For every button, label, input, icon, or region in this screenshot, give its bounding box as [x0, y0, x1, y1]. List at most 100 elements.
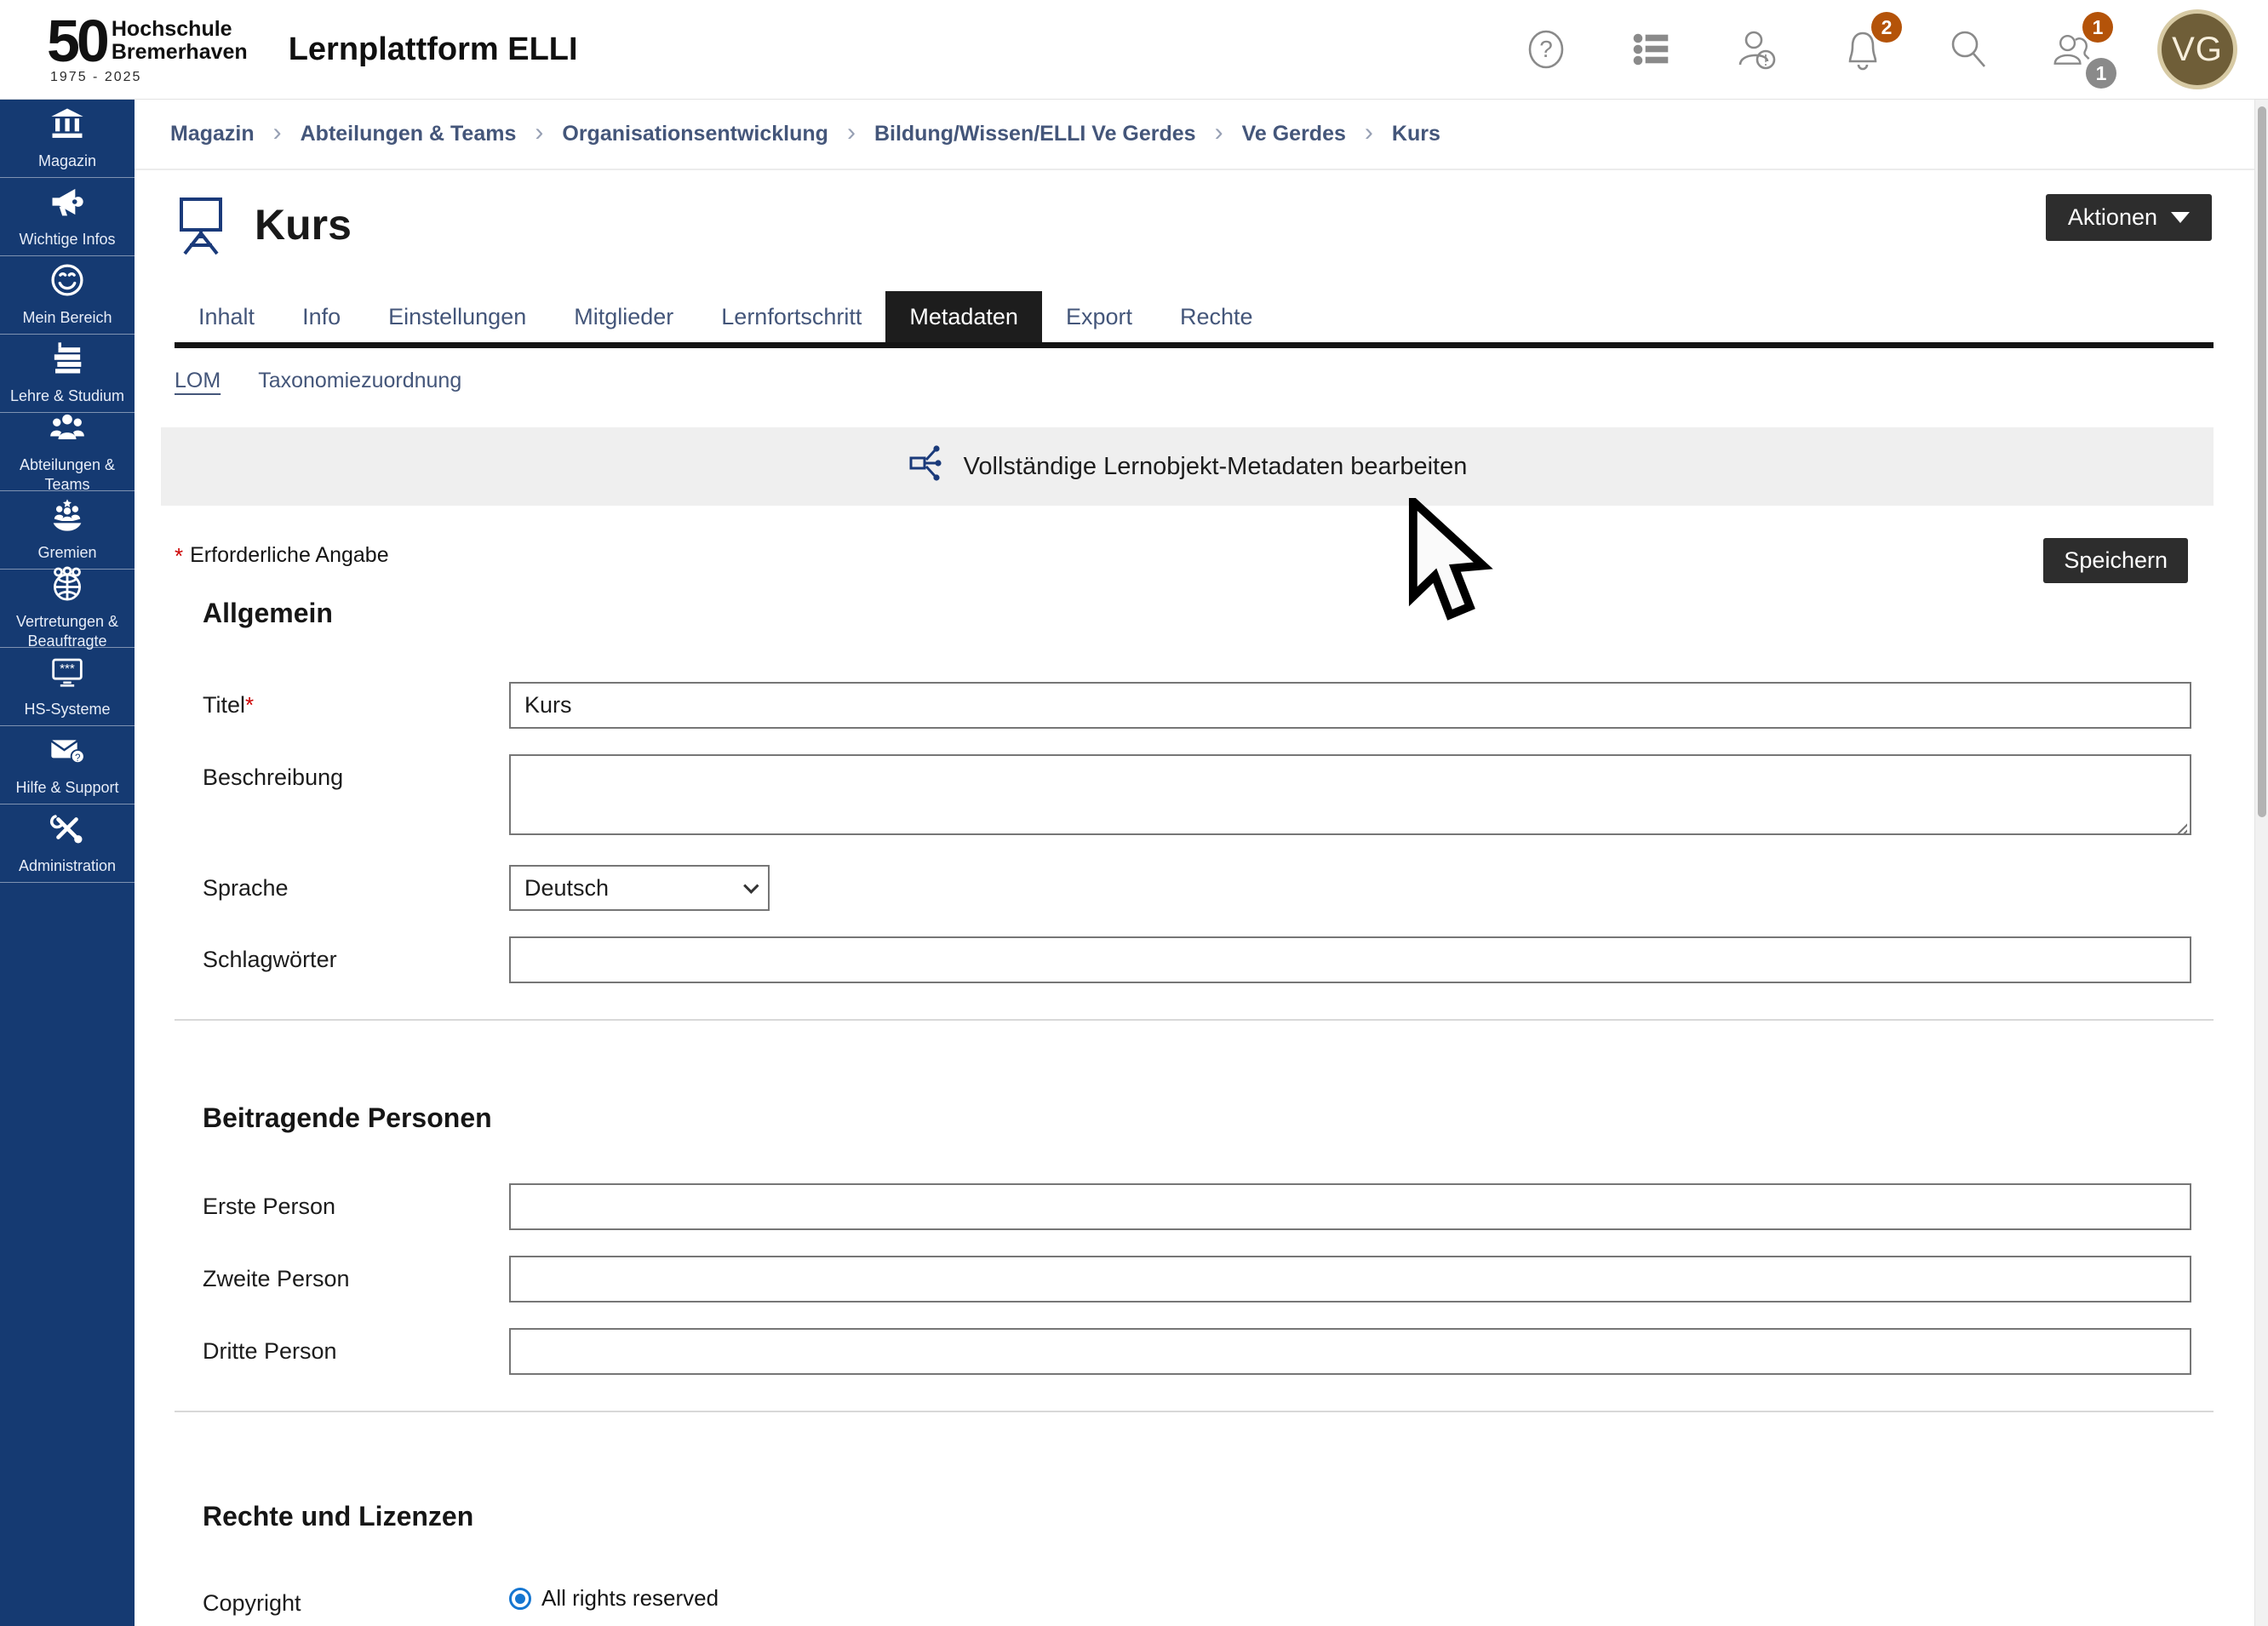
form-row-schlagwoerter: Schlagwörter [135, 936, 2254, 983]
sidebar-item-lehre-studium[interactable]: Lehre & Studium [0, 335, 135, 413]
search-icon[interactable] [1946, 27, 1990, 72]
sidebar-item-gremien[interactable]: Gremien [0, 491, 135, 570]
globe-people-icon [49, 566, 85, 606]
monitor-icon: *** [49, 654, 85, 694]
user-status-icon[interactable]: ! [1735, 27, 1779, 72]
sidebar-item-hilfe-support[interactable]: ? Hilfe & Support [0, 726, 135, 804]
sidebar-item-abteilungen-teams[interactable]: Abteilungen & Teams [0, 413, 135, 491]
breadcrumb-item[interactable]: Magazin [170, 122, 255, 146]
tab-rechte[interactable]: Rechte [1156, 291, 1277, 342]
radio-selected-icon[interactable] [509, 1588, 531, 1610]
actions-button[interactable]: Aktionen [2046, 194, 2212, 241]
form-row-titel: Titel* [135, 682, 2254, 729]
sidebar-item-label: Lehre & Studium [10, 386, 124, 406]
required-note: Erforderliche Angabe [190, 543, 388, 568]
breadcrumb-item[interactable]: Ve Gerdes [1242, 122, 1346, 146]
notifications-bell-icon[interactable]: 2 [1841, 27, 1885, 72]
zweite-person-input[interactable] [509, 1256, 2191, 1303]
breadcrumb-separator-icon: › [1215, 118, 1223, 147]
section-divider [175, 1411, 2214, 1412]
edit-full-metadata-banner[interactable]: Vollständige Lernobjekt-Metadaten bearbe… [161, 427, 2214, 506]
sidebar-item-label: HS-Systeme [24, 700, 110, 719]
titel-required-asterisk: * [245, 692, 254, 718]
copyright-radio-option[interactable]: All rights reserved [509, 1580, 2191, 1612]
actions-button-label: Aktionen [2068, 204, 2157, 231]
chevron-down-icon [743, 878, 759, 893]
header-actions: ? ! 2 1 1 VG [1524, 9, 2237, 89]
subtab-taxonomiezuordnung[interactable]: Taxonomiezuordnung [258, 369, 461, 393]
svg-text:!: ! [1763, 52, 1767, 69]
erste-person-input[interactable] [509, 1183, 2191, 1230]
sidebar-item-magazin[interactable]: Magazin [0, 100, 135, 178]
scrollbar-thumb[interactable] [2258, 106, 2266, 817]
breadcrumb-item[interactable]: Abteilungen & Teams [301, 122, 517, 146]
tab-mitglieder[interactable]: Mitglieder [550, 291, 697, 342]
form-row-dritte-person: Dritte Person [135, 1328, 2254, 1375]
mail-question-icon: ? [49, 732, 85, 772]
vertical-scrollbar[interactable] [2254, 100, 2268, 1626]
schlagwoerter-input[interactable] [509, 936, 2191, 983]
logo-anniversary-years: 1975 - 2025 [47, 70, 248, 85]
people-group-icon [49, 409, 85, 449]
tab-metadaten[interactable]: Metadaten [885, 291, 1042, 342]
tab-lernfortschritt[interactable]: Lernfortschritt [697, 291, 885, 342]
copyright-label: Copyright [203, 1580, 509, 1617]
breadcrumb-item[interactable]: Organisationsentwicklung [562, 122, 828, 146]
logo-anniversary-number: 50 [47, 14, 106, 68]
subtab-lom[interactable]: LOM [175, 369, 220, 393]
sidebar-item-mein-bereich[interactable]: Mein Bereich [0, 256, 135, 335]
breadcrumb-item[interactable]: Kurs [1392, 122, 1440, 146]
section-heading-rechte-lizenzen: Rechte und Lizenzen [203, 1501, 2254, 1532]
tab-inhalt[interactable]: Inhalt [175, 291, 278, 342]
sidebar-item-wichtige-infos[interactable]: Wichtige Infos [0, 178, 135, 256]
form-row-erste-person: Erste Person [135, 1183, 2254, 1230]
logo-name-line1: Hochschule [112, 18, 248, 41]
sprache-select[interactable]: Deutsch [509, 865, 770, 911]
breadcrumb-separator-icon: › [273, 118, 282, 147]
main-sidebar: Magazin Wichtige Infos Mein Bereich Lehr… [0, 100, 135, 1626]
svg-text:***: *** [60, 661, 75, 676]
section-heading-beitragende-personen: Beitragende Personen [203, 1102, 2254, 1134]
sidebar-item-label: Wichtige Infos [19, 230, 115, 249]
chevron-down-icon [2171, 212, 2190, 223]
list-menu-icon[interactable] [1629, 27, 1674, 72]
dritte-person-label: Dritte Person [203, 1328, 509, 1375]
titel-label: Titel* [203, 682, 509, 729]
erste-person-label: Erste Person [203, 1183, 509, 1230]
tab-export[interactable]: Export [1042, 291, 1156, 342]
bank-icon [49, 106, 85, 146]
breadcrumb-item[interactable]: Bildung/Wissen/ELLI Ve Gerdes [874, 122, 1196, 146]
sidebar-item-administration[interactable]: Administration [0, 804, 135, 883]
avatar[interactable]: VG [2157, 9, 2237, 89]
form-row-beschreibung: Beschreibung [135, 754, 2254, 839]
course-easel-icon [175, 194, 227, 255]
sidebar-item-hs-systeme[interactable]: *** HS-Systeme [0, 648, 135, 726]
sidebar-item-label: Mein Bereich [22, 308, 112, 328]
contacts-icon[interactable]: 1 1 [2052, 27, 2096, 72]
save-button[interactable]: Speichern [2043, 538, 2188, 583]
breadcrumb-separator-icon: › [535, 118, 543, 147]
titel-label-text: Titel [203, 692, 245, 718]
books-icon [49, 341, 85, 381]
university-logo: 50 Hochschule Bremerhaven 1975 - 2025 [47, 14, 248, 85]
contacts-badge-top: 1 [2082, 12, 2113, 43]
help-icon[interactable]: ? [1524, 27, 1568, 72]
sidebar-item-label: Vertretungen & Beauftragte [5, 612, 129, 650]
tab-info[interactable]: Info [278, 291, 364, 342]
beschreibung-textarea[interactable] [509, 754, 2191, 835]
logo-name: Hochschule Bremerhaven [106, 18, 248, 64]
sidebar-item-label: Abteilungen & Teams [5, 455, 129, 494]
sidebar-item-vertretungen-beauftragte[interactable]: Vertretungen & Beauftragte [0, 570, 135, 648]
required-asterisk: * [175, 543, 183, 570]
tab-bar: Inhalt Info Einstellungen Mitglieder Ler… [175, 291, 2214, 348]
contacts-badge-bottom: 1 [2086, 58, 2116, 89]
megaphone-icon [49, 184, 85, 224]
tab-einstellungen[interactable]: Einstellungen [364, 291, 550, 342]
main-content: Magazin › Abteilungen & Teams › Organisati… [135, 100, 2254, 1626]
section-heading-allgemein: Allgemein [203, 598, 2254, 629]
tools-icon [49, 810, 85, 850]
svg-text:?: ? [75, 753, 81, 764]
titel-input[interactable] [509, 682, 2191, 729]
sprache-selected-value: Deutsch [524, 875, 609, 902]
dritte-person-input[interactable] [509, 1328, 2191, 1375]
